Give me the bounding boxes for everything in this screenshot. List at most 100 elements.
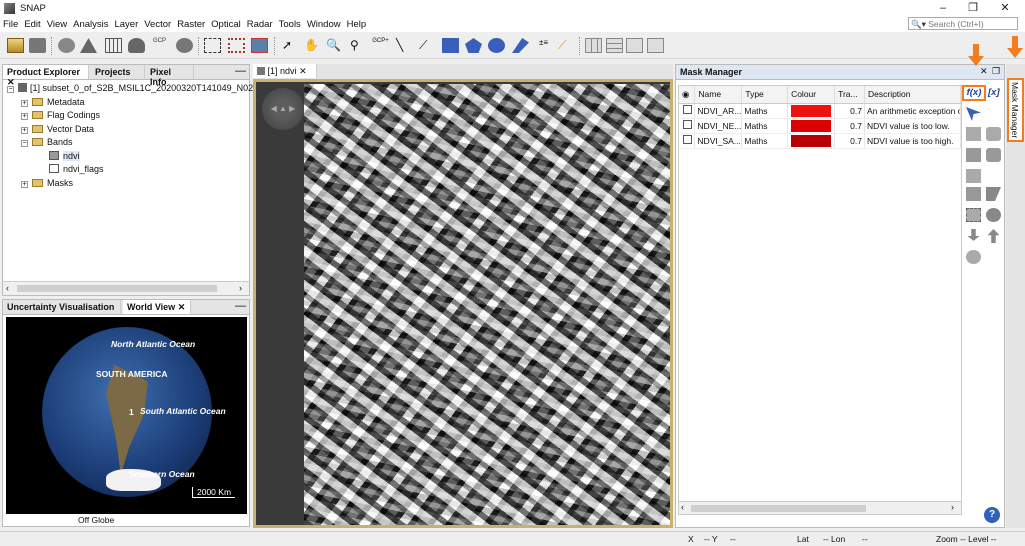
rectangle-draw-icon[interactable]: [442, 38, 459, 53]
colour-swatch[interactable]: [791, 134, 832, 147]
mask-colour[interactable]: [787, 133, 836, 149]
edit-icon[interactable]: [986, 187, 1001, 201]
zoom-to-mask-icon[interactable]: [966, 250, 981, 264]
tab-pixel-info[interactable]: Pixel Info: [146, 65, 194, 87]
pin-icon[interactable]: [128, 38, 145, 53]
invert-icon[interactable]: [966, 169, 981, 183]
collapse-icon[interactable]: −: [7, 86, 14, 93]
image-canvas[interactable]: ◀ ▲ ▶: [253, 79, 673, 528]
open-product-icon[interactable]: [7, 38, 24, 53]
table-row[interactable]: NDVI_NE... Maths 0.7 NDVI value is too l…: [679, 118, 961, 134]
close-icon[interactable]: ✕: [299, 66, 307, 76]
tab-projects[interactable]: Projects: [91, 65, 145, 79]
tree-item-flag-codings[interactable]: + Flag Codings: [7, 110, 249, 124]
export-icon[interactable]: [987, 229, 1000, 243]
row-checkbox[interactable]: [679, 118, 696, 134]
checkbox[interactable]: [683, 105, 693, 114]
tile-grid-icon[interactable]: [626, 38, 643, 53]
graticule-icon[interactable]: [105, 38, 122, 53]
mask-colour[interactable]: [787, 118, 836, 134]
tree-item-masks[interactable]: + Masks: [7, 178, 249, 192]
tile-single-icon[interactable]: [647, 38, 664, 53]
line-draw-icon[interactable]: ╲: [396, 38, 413, 53]
import-icon[interactable]: [967, 229, 980, 241]
minimize-panel-button[interactable]: —: [235, 65, 246, 77]
range-mask-icon[interactable]: [966, 107, 981, 121]
menu-view[interactable]: View: [44, 17, 70, 30]
globe-view[interactable]: North Atlantic Ocean SOUTH AMERICA 1 Sou…: [6, 317, 247, 514]
tile-horizontal-icon[interactable]: [585, 38, 602, 53]
menu-window[interactable]: Window: [304, 17, 344, 30]
column-header-transparency[interactable]: Tra...: [834, 86, 865, 104]
close-button[interactable]: ✕: [990, 1, 1020, 16]
f-of-x-button[interactable]: f(x): [962, 85, 986, 101]
mask-name[interactable]: NDVI_NE...: [694, 118, 743, 134]
checkbox[interactable]: [683, 120, 693, 129]
difference-icon[interactable]: [966, 148, 981, 162]
menu-optical[interactable]: Optical: [208, 17, 244, 30]
gcp-icon[interactable]: GCP: [151, 38, 168, 53]
mask-transparency[interactable]: 0.7: [834, 103, 865, 119]
column-header-name[interactable]: Name: [694, 86, 743, 104]
column-header-type[interactable]: Type: [741, 86, 789, 104]
mask-name[interactable]: NDVI_SA...: [694, 133, 743, 149]
ellipse-draw-icon[interactable]: [488, 38, 505, 53]
menu-radar[interactable]: Radar: [244, 17, 276, 30]
menu-vector[interactable]: Vector: [141, 17, 174, 30]
mask-description[interactable]: An arithmetic exception occ: [864, 103, 961, 119]
tree-item-bands[interactable]: − Bands: [7, 137, 249, 151]
batch-icon[interactable]: [228, 38, 245, 53]
tree-item-band-ndvi[interactable]: ndvi: [7, 150, 249, 165]
tile-vertical-icon[interactable]: [606, 38, 623, 53]
menu-help[interactable]: Help: [344, 17, 370, 30]
menu-analysis[interactable]: Analysis: [70, 17, 111, 30]
side-tab-mask-manager[interactable]: Mask Manager: [1007, 78, 1024, 142]
expand-icon[interactable]: +: [21, 180, 28, 188]
visibility-column-header[interactable]: ◉: [679, 86, 696, 104]
graph-builder-icon[interactable]: [204, 38, 221, 53]
gradient-icon[interactable]: [58, 38, 75, 53]
tab-product-explorer[interactable]: Product Explorer ✕: [3, 65, 89, 87]
gcp-placing-icon[interactable]: GCP+: [372, 38, 389, 53]
tree-item-vector-data[interactable]: + Vector Data: [7, 124, 249, 138]
tab-uncertainty-visualisation[interactable]: Uncertainty Visualisation: [3, 300, 121, 314]
column-header-colour[interactable]: Colour: [787, 86, 836, 104]
tree-item-band-ndvi-flags[interactable]: ndvi_flags: [7, 164, 249, 178]
delete-icon[interactable]: [966, 208, 981, 222]
product-library-icon[interactable]: [251, 38, 268, 53]
save-product-icon[interactable]: [29, 38, 46, 53]
polyline-draw-icon[interactable]: ⟋: [419, 38, 436, 53]
colour-swatch[interactable]: [791, 119, 832, 132]
expand-icon[interactable]: +: [21, 113, 28, 120]
scatter-icon[interactable]: [80, 38, 97, 53]
vector-expression-button[interactable]: [x]: [988, 87, 1000, 98]
union-icon[interactable]: [966, 127, 981, 141]
menu-layer[interactable]: Layer: [111, 17, 141, 30]
row-checkbox[interactable]: [679, 103, 696, 119]
tree-item-metadata[interactable]: + Metadata: [7, 97, 249, 111]
collapse-icon[interactable]: −: [21, 140, 28, 147]
menu-file[interactable]: File: [0, 17, 21, 30]
copy-icon[interactable]: [966, 187, 981, 201]
tab-image-ndvi[interactable]: [1] ndvi ✕: [253, 64, 317, 78]
help-icon[interactable]: ?: [984, 507, 1000, 523]
scroll-right-icon[interactable]: ›: [239, 283, 242, 293]
pan-tool-icon[interactable]: ✋: [304, 38, 321, 53]
magic-wand-icon[interactable]: [512, 38, 529, 53]
complement-icon[interactable]: [986, 148, 1001, 162]
scroll-thumb[interactable]: [691, 505, 866, 512]
float-window-icon[interactable]: ❐: [992, 66, 1000, 77]
range-finder-icon[interactable]: ±≡: [535, 38, 552, 53]
mask-colour[interactable]: [787, 103, 836, 119]
checkbox[interactable]: [683, 135, 693, 144]
wand-icon[interactable]: ⟋: [558, 38, 575, 53]
mask-transparency[interactable]: 0.7: [834, 118, 865, 134]
horizontal-scrollbar[interactable]: ‹ ›: [3, 281, 249, 295]
transfer-icon[interactable]: [986, 208, 1001, 222]
scroll-right-icon[interactable]: ›: [951, 502, 954, 512]
mask-transparency[interactable]: 0.7: [834, 133, 865, 149]
mask-name[interactable]: NDVI_AR...: [694, 103, 743, 119]
minimize-button[interactable]: –: [928, 1, 958, 16]
zoom-tool-icon[interactable]: 🔍: [326, 38, 343, 53]
table-row[interactable]: NDVI_AR... Maths 0.7 An arithmetic excep…: [679, 103, 961, 119]
